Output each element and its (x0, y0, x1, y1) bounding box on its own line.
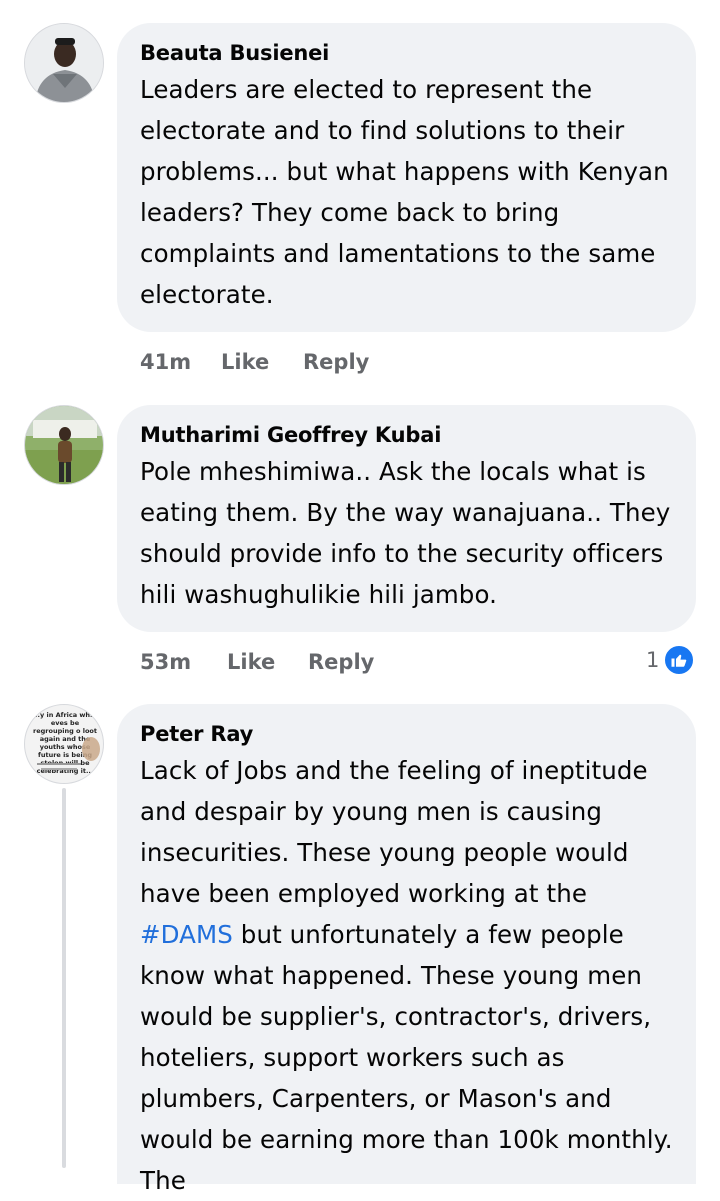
avatar-photo (25, 406, 103, 484)
thread-line (62, 788, 66, 1168)
reaction-count: 1 (646, 648, 660, 672)
comment-author[interactable]: Mutharimi Geoffrey Kubai (140, 419, 676, 451)
like-button[interactable]: Like (227, 647, 275, 677)
like-thumb-icon (663, 644, 696, 676)
comment-text: Leaders are elected to represent the ele… (140, 75, 669, 309)
avatar[interactable]: ...y in Africa wh... eves be regrouping … (24, 704, 104, 784)
comment-text: Pole mheshimiwa.. Ask the locals what is… (140, 457, 671, 609)
comment-text: Lack of Jobs and the feeling of ineptitu… (140, 750, 676, 1201)
like-button[interactable]: Like (221, 347, 269, 377)
comment-time[interactable]: 41m (140, 347, 191, 377)
avatar-photo (25, 24, 103, 102)
hashtag-link[interactable]: #DAMS (140, 920, 233, 949)
comment-text-part: Lack of Jobs and the feeling of ineptitu… (140, 756, 648, 908)
reply-button[interactable]: Reply (308, 647, 374, 677)
comment-time[interactable]: 53m (140, 647, 191, 677)
comment-author[interactable]: Beauta Busienei (140, 37, 676, 69)
comment-bubble: Beauta Busienei Leaders are elected to r… (117, 23, 696, 332)
avatar[interactable] (24, 405, 104, 485)
reply-button[interactable]: Reply (303, 347, 369, 377)
comment-bubble: Peter Ray Lack of Jobs and the feeling o… (117, 704, 696, 1195)
comment-text-part: but unfortunately a few people know what… (140, 920, 673, 1195)
reaction-summary[interactable]: 1 (646, 643, 696, 677)
avatar[interactable] (24, 23, 104, 103)
comment-bubble: Mutharimi Geoffrey Kubai Pole mheshimiwa… (117, 405, 696, 632)
comment-author[interactable]: Peter Ray (140, 718, 676, 750)
avatar-photo (37, 737, 100, 770)
